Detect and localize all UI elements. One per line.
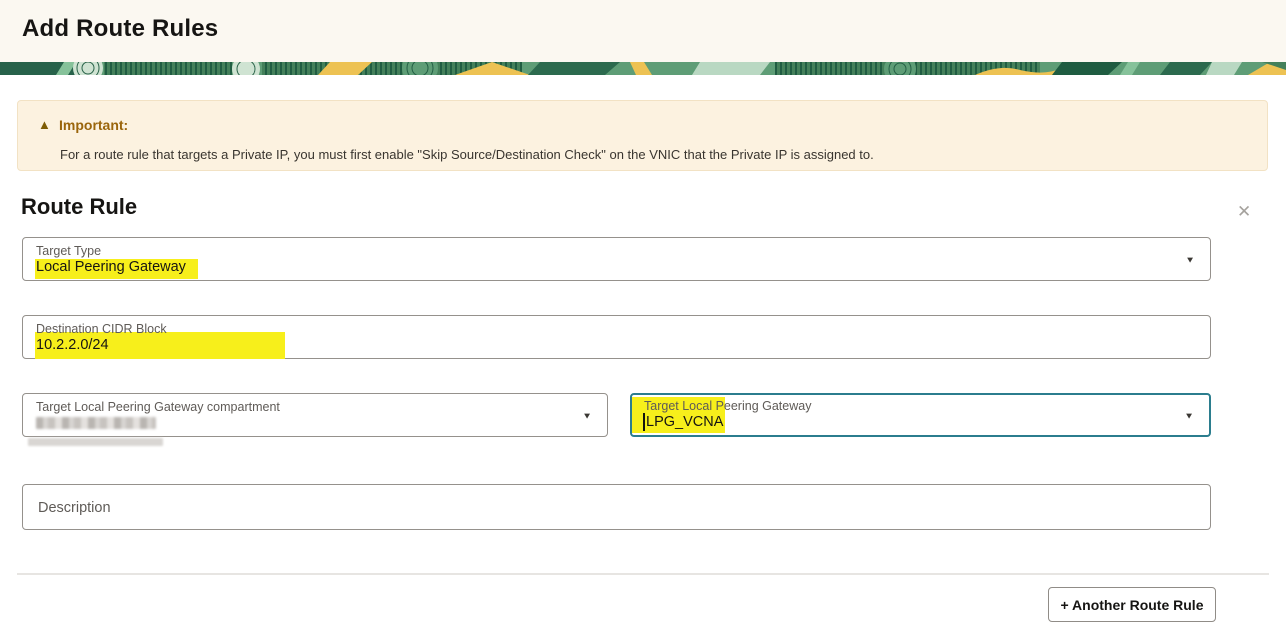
text-cursor bbox=[643, 413, 645, 431]
footer-divider bbox=[17, 573, 1269, 575]
close-icon[interactable]: ✕ bbox=[1237, 203, 1251, 220]
target-lpg-label: Target Local Peering Gateway bbox=[644, 399, 811, 413]
important-alert: ▲ Important: For a route rule that targe… bbox=[17, 100, 1268, 171]
target-lpg-value: LPG_VCNA bbox=[646, 414, 723, 430]
target-type-label: Target Type bbox=[36, 244, 101, 258]
description-input[interactable]: Description bbox=[22, 484, 1211, 530]
page-title: Add Route Rules bbox=[22, 15, 218, 43]
redaction-smudge bbox=[28, 438, 163, 446]
destination-cidr-value: 10.2.2.0/24 bbox=[36, 337, 109, 353]
warning-icon: ▲ bbox=[38, 118, 51, 131]
another-route-rule-button[interactable]: + Another Route Rule bbox=[1048, 587, 1216, 622]
destination-cidr-input[interactable]: Destination CIDR Block 10.2.2.0/24 bbox=[22, 315, 1211, 359]
alert-message: For a route rule that targets a Private … bbox=[60, 147, 1240, 162]
target-lpg-compartment-select[interactable]: Target Local Peering Gateway compartment… bbox=[22, 393, 608, 437]
target-type-value: Local Peering Gateway bbox=[36, 259, 186, 275]
target-lpg-compartment-label: Target Local Peering Gateway compartment bbox=[36, 400, 280, 414]
alert-title: Important: bbox=[59, 117, 128, 133]
chevron-down-icon[interactable]: ▼ bbox=[1184, 412, 1194, 421]
description-placeholder: Description bbox=[38, 500, 111, 516]
chevron-down-icon[interactable]: ▼ bbox=[582, 412, 592, 421]
banner-pattern bbox=[0, 62, 1286, 75]
target-lpg-select[interactable]: Target Local Peering Gateway LPG_VCNA ▼ bbox=[630, 393, 1211, 437]
section-title: Route Rule bbox=[21, 194, 137, 220]
chevron-down-icon[interactable]: ▼ bbox=[1185, 256, 1195, 265]
page-header: Add Route Rules bbox=[0, 0, 1286, 62]
redacted-value bbox=[36, 417, 156, 429]
target-type-select[interactable]: Target Type Local Peering Gateway ▼ bbox=[22, 237, 1211, 281]
destination-cidr-label: Destination CIDR Block bbox=[36, 322, 167, 336]
